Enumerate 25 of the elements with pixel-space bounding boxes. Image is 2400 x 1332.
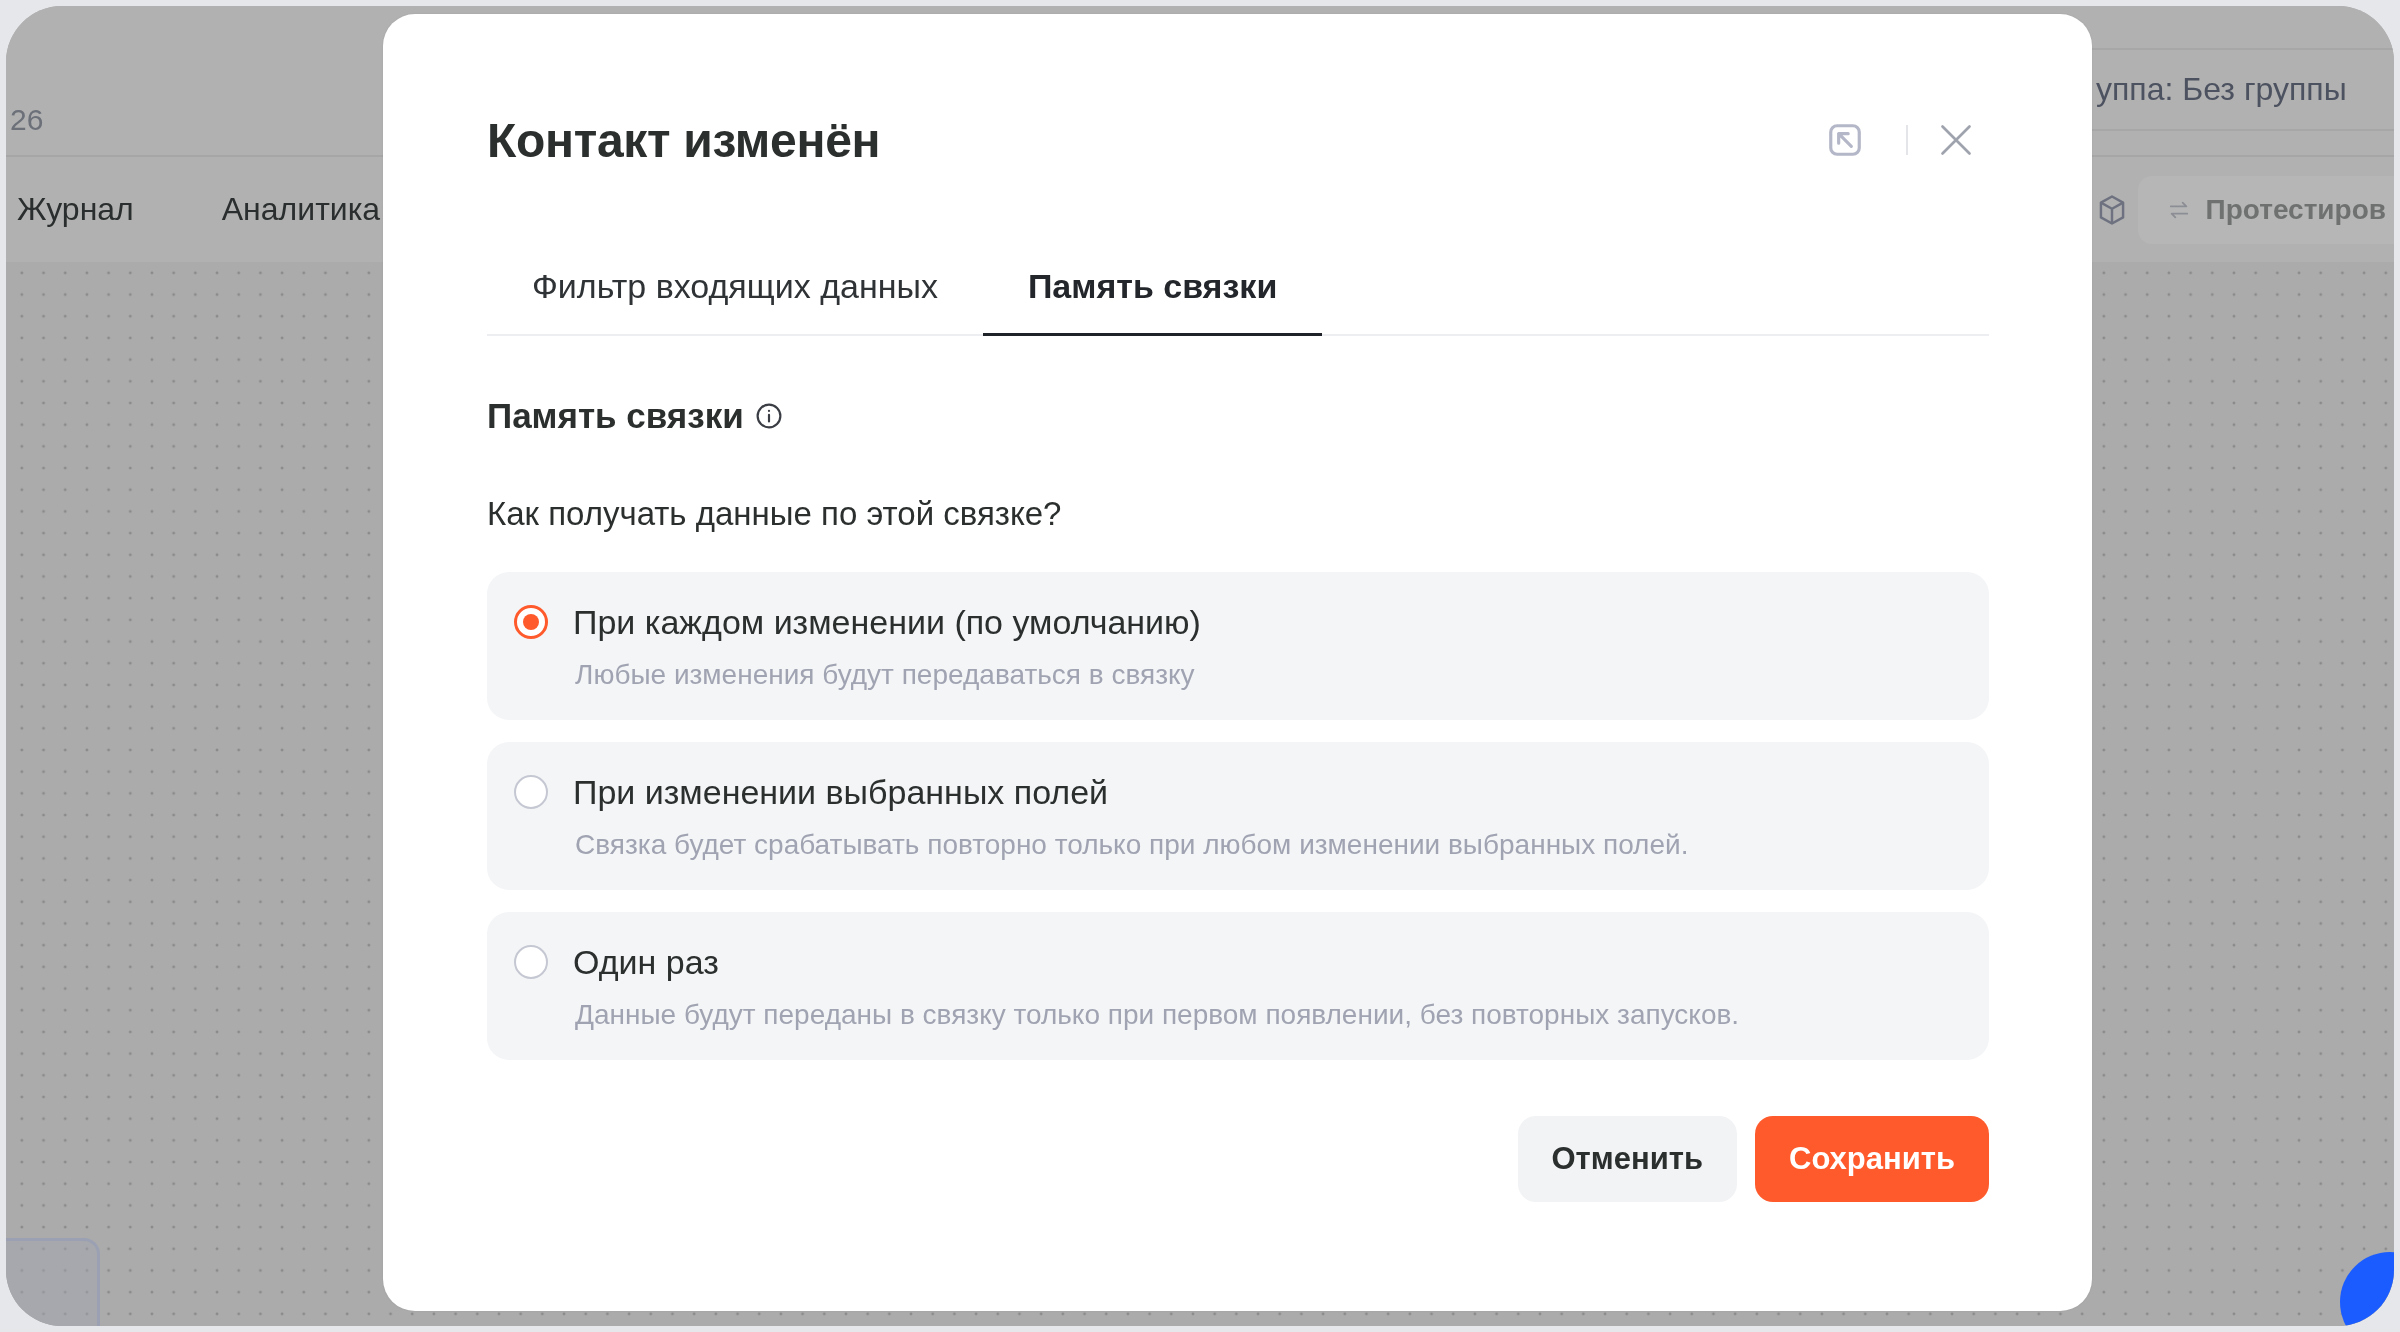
- radio-button[interactable]: [514, 945, 548, 979]
- option-description: Данные будут переданы в связку только при первом появлении, без повторных запусков.: [575, 998, 1741, 1032]
- info-icon: [755, 403, 782, 429]
- header-text: 26: [10, 102, 44, 138]
- option-label: Один раз: [573, 942, 719, 983]
- question-text: Как получать данные по этой связке?: [487, 494, 1063, 534]
- dialog-title: Контакт изменён: [487, 112, 881, 168]
- collapse-icon[interactable]: [1826, 121, 1864, 159]
- option-card[interactable]: Один раз Данные будут переданы в связку только при первом появлении, без повторных запусков.: [487, 912, 1989, 1060]
- option-label: При каждом изменении (по умолчанию): [573, 602, 1201, 643]
- radio-button[interactable]: [514, 775, 548, 809]
- section-title: Память связки: [487, 396, 744, 436]
- option-label: При изменении выбранных полей: [573, 772, 1109, 813]
- option-card[interactable]: При изменении выбранных полей Связка будет срабатывать повторно только при любом изменении выбранных полей.: [487, 742, 1989, 890]
- radio-button[interactable]: [514, 605, 548, 639]
- tab[interactable]: Память связки: [982, 243, 1323, 336]
- cancel-button[interactable]: Отменить: [1517, 1116, 1737, 1202]
- nav-tab[interactable]: Аналитика: [221, 191, 381, 228]
- nav-tab[interactable]: Журнал: [17, 191, 134, 228]
- option-description: Связка будет срабатывать повторно только при любом изменении выбранных полей.: [575, 828, 1690, 862]
- option-description: Любые изменения будут передаваться в связку: [575, 658, 1196, 692]
- tab[interactable]: Фильтр входящих данных: [487, 243, 983, 336]
- close-icon[interactable]: [1938, 122, 1974, 158]
- avatar-icon[interactable]: [2338, 1252, 2394, 1326]
- option-card[interactable]: При каждом изменении (по умолчанию) Любые изменения будут передаваться в связку: [487, 572, 1989, 720]
